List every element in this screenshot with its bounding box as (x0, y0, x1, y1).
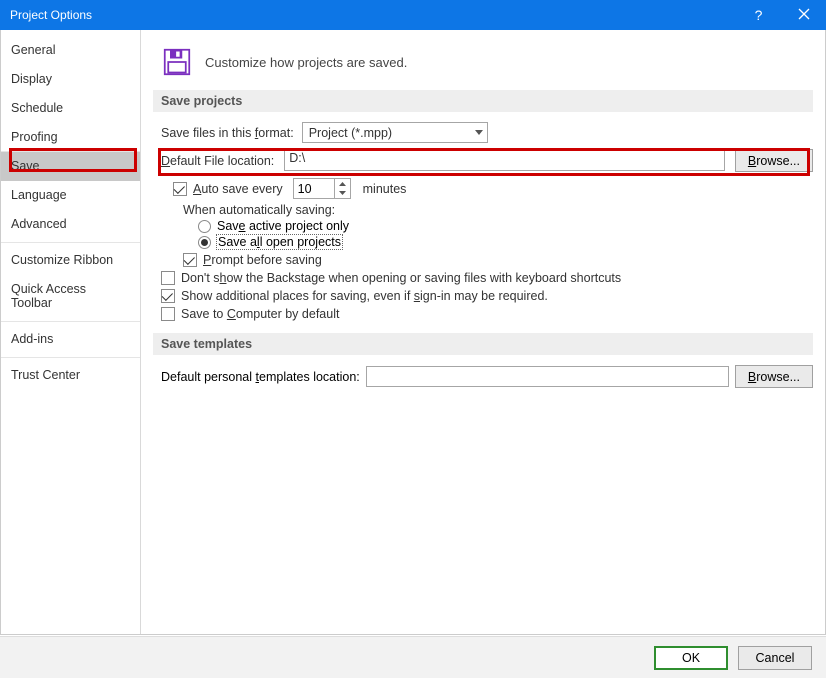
autosave-checkbox[interactable] (173, 182, 187, 196)
computer-checkbox[interactable] (161, 307, 175, 321)
autosave-label: Auto save every (193, 182, 283, 196)
row-default-location: Default File location: D:\ Browse... (161, 149, 813, 172)
row-autosave: Auto save every minutes (173, 178, 813, 199)
sidebar-item-trust-center[interactable]: Trust Center (1, 361, 140, 390)
save-icon (163, 48, 191, 76)
backstage-checkbox[interactable] (161, 271, 175, 285)
browse-templates-button[interactable]: Browse... (735, 365, 813, 388)
minutes-label: minutes (363, 182, 407, 196)
templates-location-label: Default personal templates location: (161, 370, 360, 384)
row-templates-location: Default personal templates location: Bro… (161, 365, 813, 388)
sidebar-item-addins[interactable]: Add-ins (1, 325, 140, 354)
sidebar-item-advanced[interactable]: Advanced (1, 210, 140, 239)
when-auto-saving-label: When automatically saving: (183, 203, 813, 217)
sidebar-item-schedule[interactable]: Schedule (1, 94, 140, 123)
row-prompt: Prompt before saving (183, 253, 813, 267)
help-icon: ? (755, 7, 763, 23)
sidebar-item-save[interactable]: Save (1, 152, 140, 181)
sidebar: General Display Schedule Proofing Save L… (1, 30, 141, 634)
autosave-interval-input[interactable] (294, 179, 334, 198)
chevron-down-icon (475, 130, 483, 135)
row-radio-all: Save all open projects (198, 235, 813, 249)
sidebar-item-quick-access[interactable]: Quick Access Toolbar (1, 275, 140, 318)
save-format-value: Project (*.mpp) (309, 126, 392, 140)
computer-label: Save to Computer by default (181, 307, 339, 321)
browse-default-location-button[interactable]: Browse... (735, 149, 813, 172)
dialog-body: General Display Schedule Proofing Save L… (0, 30, 826, 635)
ok-button[interactable]: OK (654, 646, 728, 670)
row-computer: Save to Computer by default (161, 307, 813, 321)
close-button[interactable] (781, 0, 826, 30)
default-location-label: Default File location: (161, 154, 274, 168)
row-backstage: Don't show the Backstage when opening or… (161, 271, 813, 285)
additional-checkbox[interactable] (161, 289, 175, 303)
titlebar: Project Options ? (0, 0, 826, 30)
additional-label: Show additional places for saving, even … (181, 289, 548, 303)
sidebar-divider (1, 357, 140, 358)
row-radio-active: Save active project only (198, 219, 813, 233)
sidebar-item-customize-ribbon[interactable]: Customize Ribbon (1, 246, 140, 275)
backstage-label: Don't show the Backstage when opening or… (181, 271, 621, 285)
spinner-down[interactable] (335, 189, 350, 199)
sidebar-item-display[interactable]: Display (1, 65, 140, 94)
autosave-interval-spinner[interactable] (293, 178, 351, 199)
prompt-label: Prompt before saving (203, 253, 322, 267)
prompt-checkbox[interactable] (183, 253, 197, 267)
sidebar-item-general[interactable]: General (1, 36, 140, 65)
sidebar-divider (1, 242, 140, 243)
close-icon (798, 8, 810, 23)
hero: Customize how projects are saved. (163, 48, 813, 76)
templates-location-input[interactable] (366, 366, 729, 387)
radio-save-active-label: Save active project only (217, 219, 349, 233)
section-save-templates: Save templates (153, 333, 813, 355)
radio-save-all[interactable] (198, 236, 211, 249)
default-location-input[interactable]: D:\ (284, 150, 725, 171)
row-save-format: Save files in this format: Project (*.mp… (161, 122, 813, 143)
save-format-label: Save files in this format: (161, 126, 294, 140)
content-panel: Customize how projects are saved. Save p… (141, 30, 825, 634)
row-additional: Show additional places for saving, even … (161, 289, 813, 303)
help-button[interactable]: ? (736, 0, 781, 30)
radio-save-active[interactable] (198, 220, 211, 233)
section-save-projects: Save projects (153, 90, 813, 112)
dialog-footer: OK Cancel (0, 636, 826, 678)
sidebar-item-language[interactable]: Language (1, 181, 140, 210)
radio-save-all-label: Save all open projects (217, 235, 342, 249)
sidebar-item-proofing[interactable]: Proofing (1, 123, 140, 152)
cancel-button[interactable]: Cancel (738, 646, 812, 670)
window-title: Project Options (10, 8, 736, 22)
sidebar-divider (1, 321, 140, 322)
save-format-combo[interactable]: Project (*.mpp) (302, 122, 488, 143)
spinner-up[interactable] (335, 179, 350, 189)
hero-text: Customize how projects are saved. (205, 55, 407, 70)
